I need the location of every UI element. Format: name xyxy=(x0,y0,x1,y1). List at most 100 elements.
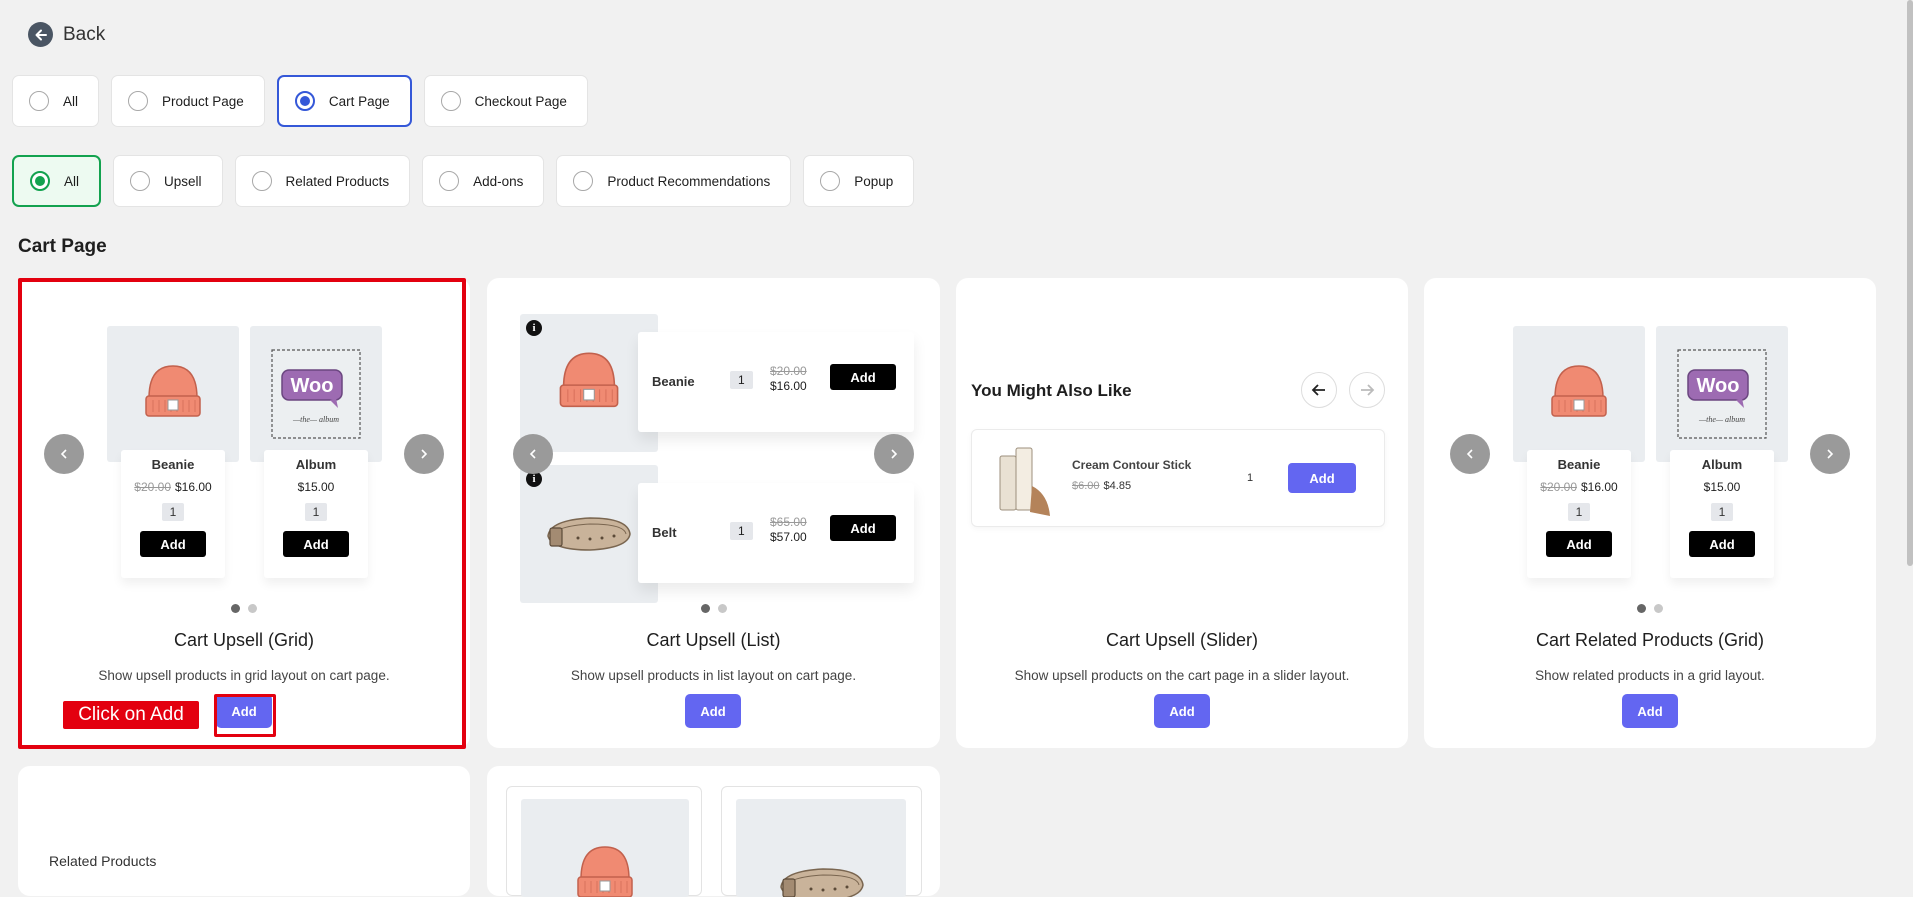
template-card-cart-upsell-list: i Beanie 1 $20.00 $16.00 Add i Belt 1 $65… xyxy=(487,278,940,748)
carousel-dots xyxy=(1637,604,1663,613)
product-panel: Beanie $20.00 $16.00 1 Add xyxy=(1527,450,1631,578)
add-to-cart-button[interactable]: Add xyxy=(283,531,349,557)
card-title: Cart Upsell (Slider) xyxy=(1105,630,1259,650)
filter-type-popup[interactable]: Popup xyxy=(803,155,915,207)
carousel-dot[interactable] xyxy=(1637,604,1646,613)
old-price: $20.00 xyxy=(1540,480,1577,494)
quantity-field[interactable]: 1 xyxy=(1247,472,1253,484)
album-image xyxy=(271,349,361,439)
sale-price: $4.85 xyxy=(1103,480,1132,492)
add-to-cart-button[interactable]: Add xyxy=(140,531,206,557)
quantity-field[interactable]: 1 xyxy=(730,522,753,540)
chevron-right-icon xyxy=(891,449,898,459)
info-icon[interactable]: i xyxy=(526,320,542,336)
back-button[interactable]: Back xyxy=(28,22,105,47)
product-image-album xyxy=(250,326,382,462)
add-template-button[interactable]: Add xyxy=(1622,694,1678,728)
template-card-related-products: Related Products xyxy=(18,766,470,896)
filter-type-all[interactable]: All xyxy=(12,155,102,207)
related-products-label: Related Products xyxy=(49,853,157,869)
filter-location-all[interactable]: All xyxy=(12,75,100,127)
carousel-prev-button[interactable] xyxy=(44,434,84,474)
carousel-dot[interactable] xyxy=(717,604,727,613)
product-card-beanie: Beanie $20.00 $16.00 1 Add xyxy=(1513,326,1645,578)
filter-label: Checkout Page xyxy=(474,93,567,109)
card-description: Show upsell products in grid layout on c… xyxy=(98,668,390,683)
contour-stick-image xyxy=(999,447,1051,516)
arrow-left-icon xyxy=(28,22,53,47)
product-price: $15.00 xyxy=(1703,480,1741,494)
carousel-dots xyxy=(700,604,727,613)
add-template-button[interactable]: Add xyxy=(1154,694,1210,728)
add-template-button[interactable]: Add xyxy=(216,694,272,728)
beanie-image xyxy=(1551,365,1607,417)
filter-type-upsell[interactable]: Upsell xyxy=(113,155,223,207)
carousel-dot[interactable] xyxy=(248,604,257,613)
beanie-image xyxy=(577,846,633,897)
carousel-next-button[interactable] xyxy=(1810,434,1850,474)
location-filter-group: All Product Page Cart Page Checkout Page xyxy=(12,75,588,127)
carousel-dot[interactable] xyxy=(700,604,710,613)
product-name: Album xyxy=(295,457,337,472)
add-to-cart-button[interactable]: Add xyxy=(1288,463,1356,493)
filter-label: Cart Page xyxy=(328,93,390,109)
beanie-image xyxy=(559,352,619,408)
filter-type-related-products[interactable]: Related Products xyxy=(234,155,411,207)
carousel-dot[interactable] xyxy=(1654,604,1663,613)
filter-location-product-page[interactable]: Product Page xyxy=(111,75,265,127)
add-to-cart-button[interactable]: Add xyxy=(830,364,896,390)
sale-price: $16.00 xyxy=(770,379,807,393)
template-card-cart-upsell-slider: You Might Also Like Cream Contour Stick … xyxy=(956,278,1408,748)
add-to-cart-button[interactable]: Add xyxy=(1689,531,1755,557)
page-scrollbar[interactable] xyxy=(1907,0,1913,566)
carousel-dot[interactable] xyxy=(231,604,240,613)
template-card-cart-upsell-grid: Beanie $20.00 $16.00 1 Add Album $15.00 1… xyxy=(18,278,470,748)
card-description: Show upsell products in list layout on c… xyxy=(570,668,857,683)
preview-product-tile xyxy=(506,786,702,897)
radio-icon xyxy=(820,171,841,191)
belt-image xyxy=(547,517,631,551)
old-price: $20.00 xyxy=(770,364,807,378)
product-panel: Beanie 1 $20.00 $16.00 Add xyxy=(638,332,914,432)
product-panel: Album $15.00 1 Add xyxy=(1670,450,1774,578)
old-price: $20.00 xyxy=(134,480,171,494)
add-template-button[interactable]: Add xyxy=(685,694,741,728)
carousel-prev-button[interactable] xyxy=(513,434,553,474)
product-price: $6.00 $4.85 xyxy=(1072,480,1131,492)
sale-price: $16.00 xyxy=(175,480,212,494)
album-image xyxy=(1677,349,1767,439)
carousel-prev-button[interactable] xyxy=(1450,434,1490,474)
filter-location-checkout-page[interactable]: Checkout Page xyxy=(423,75,588,127)
carousel-next-button[interactable] xyxy=(404,434,444,474)
radio-icon xyxy=(294,91,315,111)
card-title: Cart Related Products (Grid) xyxy=(1535,630,1765,650)
radio-icon xyxy=(29,91,49,111)
quantity-field[interactable]: 1 xyxy=(1567,503,1591,521)
filter-type-product-recommendations[interactable]: Product Recommendations xyxy=(556,155,792,207)
product-name: Beanie xyxy=(652,374,695,389)
back-label: Back xyxy=(63,23,106,45)
slider-next-button[interactable] xyxy=(1349,372,1385,408)
quantity-field[interactable]: 1 xyxy=(304,503,328,521)
quantity-field[interactable]: 1 xyxy=(1710,503,1734,521)
carousel-next-button[interactable] xyxy=(874,434,914,474)
filter-label: Popup xyxy=(854,173,894,189)
product-name: Belt xyxy=(652,525,677,540)
slider-prev-button[interactable] xyxy=(1301,372,1337,408)
filter-label: Product Recommendations xyxy=(607,173,771,189)
product-price: $15.00 xyxy=(297,480,335,494)
template-card-cart-related-products-grid: Beanie $20.00 $16.00 1 Add Album $15.00 1… xyxy=(1424,278,1876,748)
add-to-cart-button[interactable]: Add xyxy=(830,515,896,541)
type-filter-group: All Upsell Related Products Add-ons Prod… xyxy=(12,155,915,207)
card-title: Cart Upsell (List) xyxy=(646,630,781,650)
sale-price: $16.00 xyxy=(1581,480,1618,494)
add-to-cart-button[interactable]: Add xyxy=(1546,531,1612,557)
product-name: Beanie xyxy=(151,457,195,472)
radio-icon xyxy=(30,171,50,191)
filter-location-cart-page[interactable]: Cart Page xyxy=(276,75,412,127)
quantity-field[interactable]: 1 xyxy=(161,503,185,521)
filter-type-add-ons[interactable]: Add-ons xyxy=(422,155,545,207)
product-price: $20.00 $16.00 xyxy=(121,480,225,494)
chevron-left-icon xyxy=(60,449,67,459)
quantity-field[interactable]: 1 xyxy=(730,371,753,389)
